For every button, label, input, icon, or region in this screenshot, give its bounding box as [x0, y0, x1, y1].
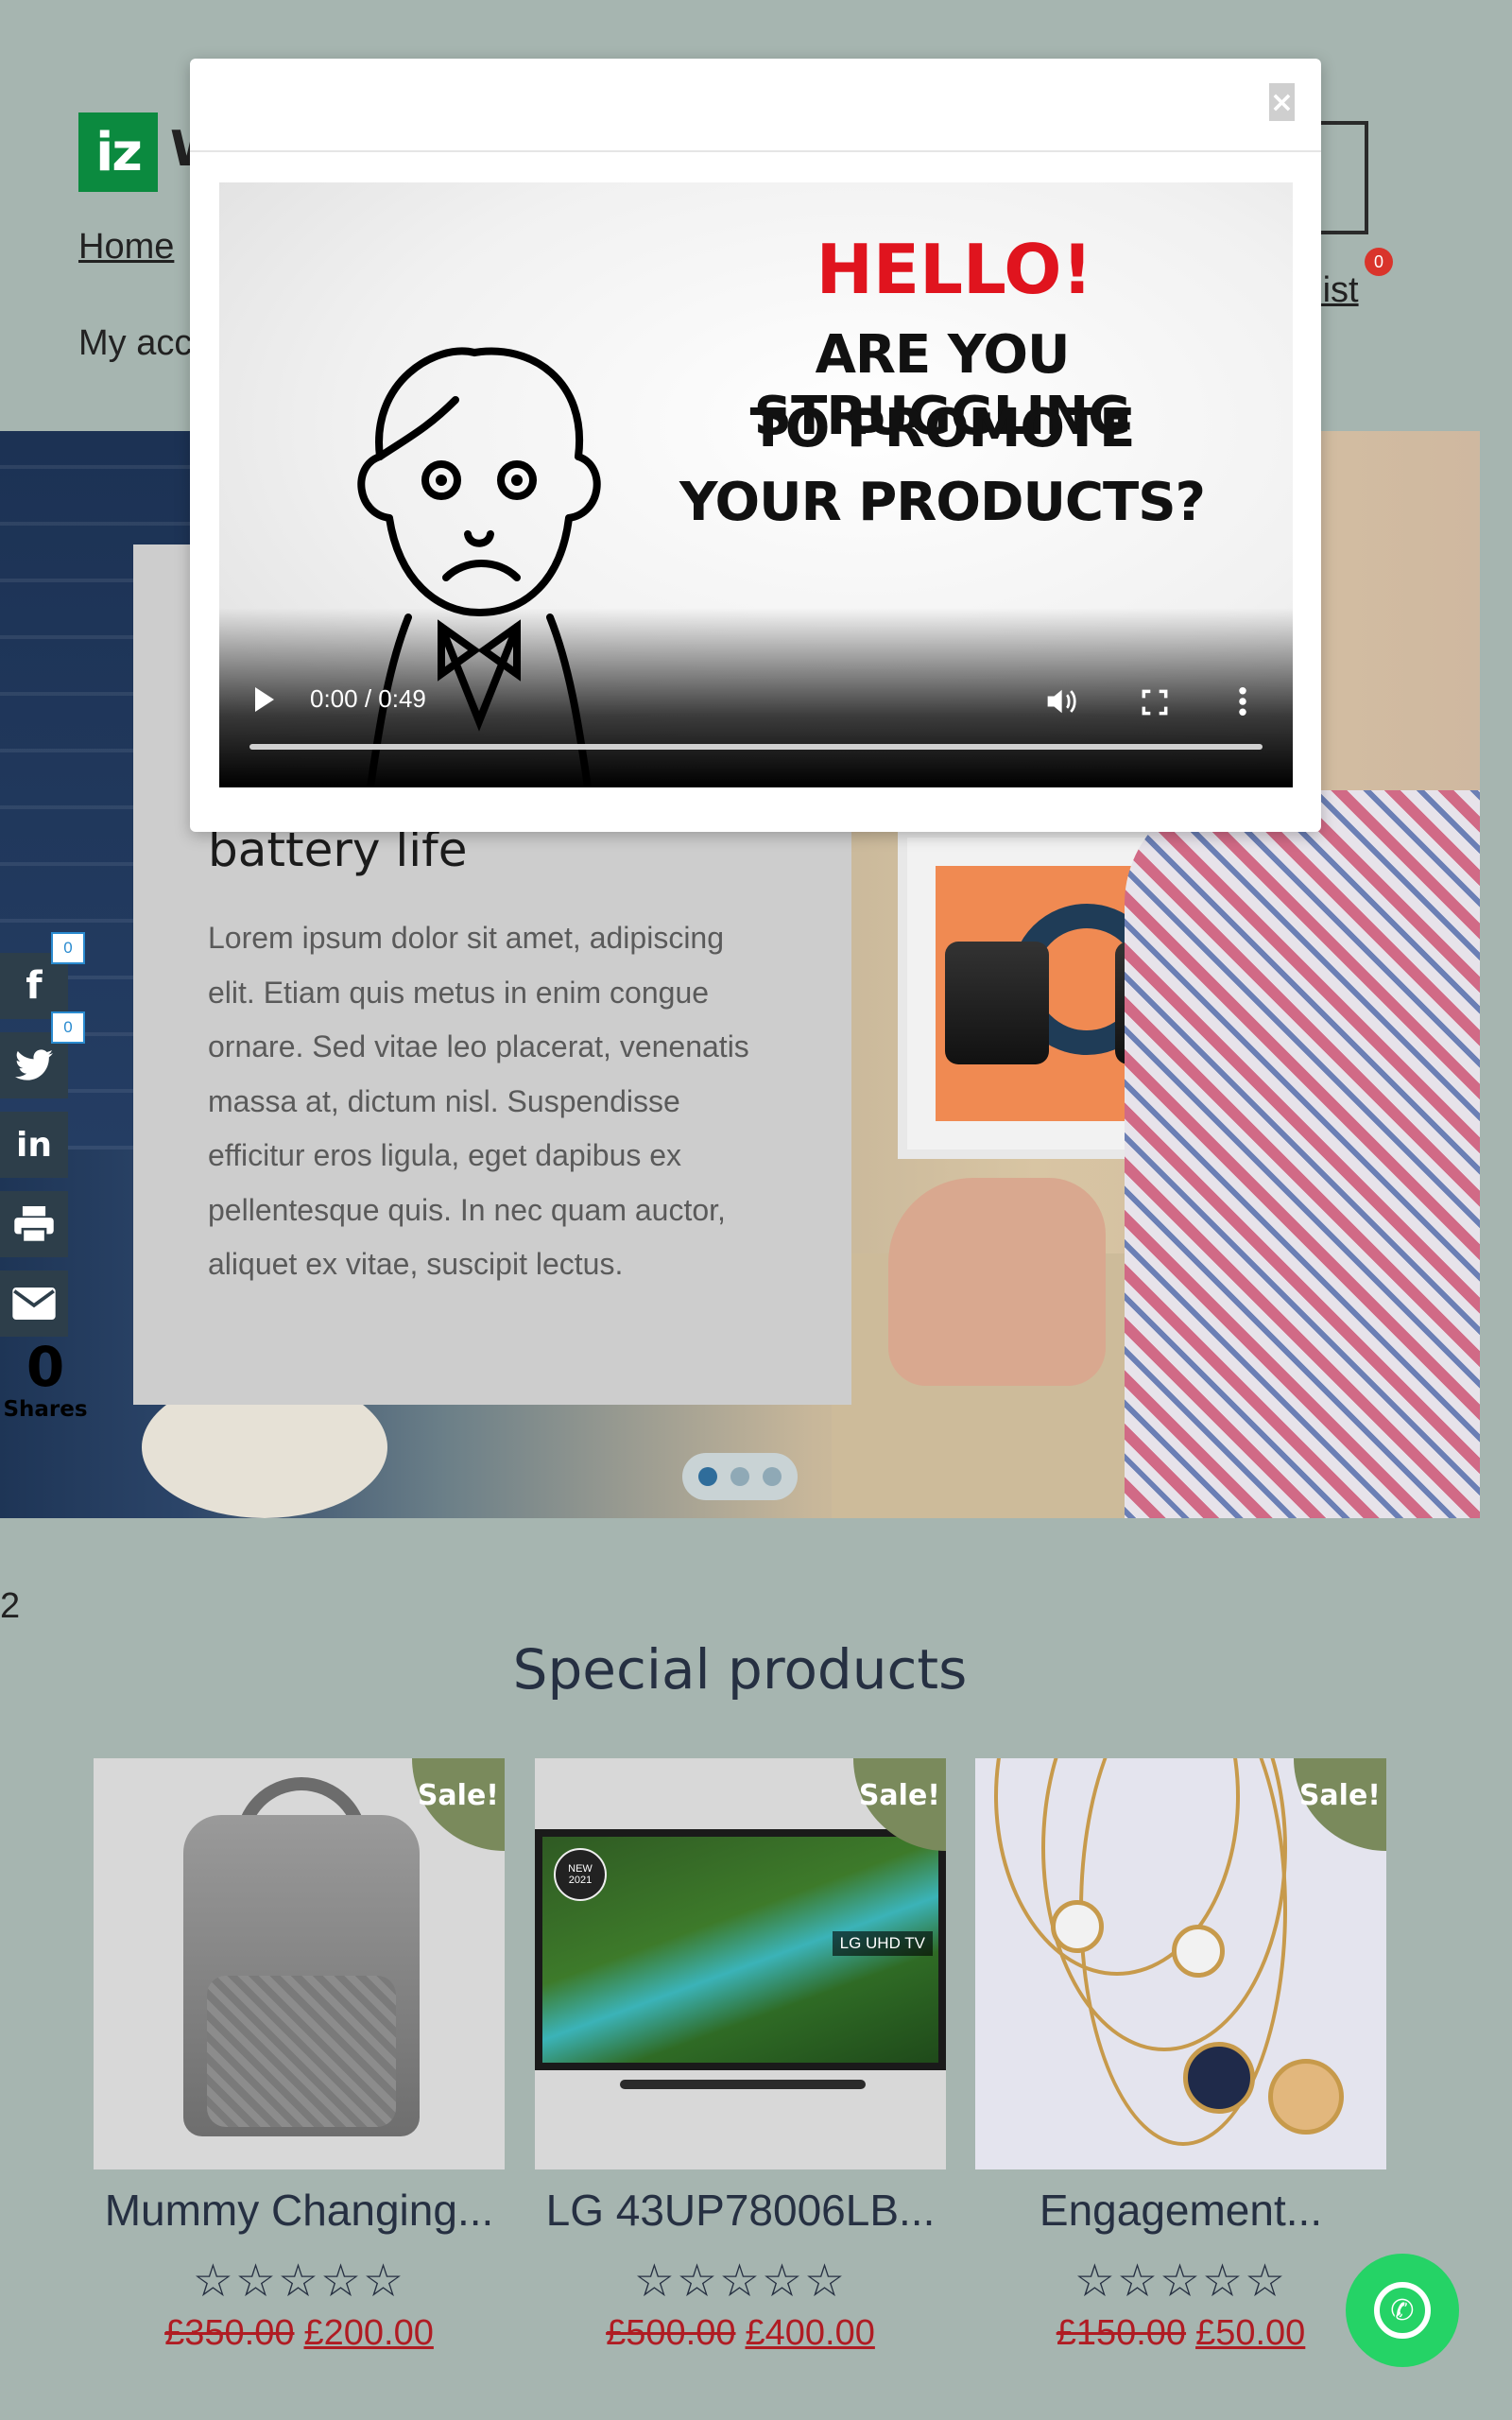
star-rating: ☆☆☆☆☆ — [1074, 2256, 1288, 2307]
slider-dot-1[interactable] — [698, 1467, 717, 1486]
whatsapp-chat-button[interactable]: ✆ — [1346, 2254, 1459, 2367]
total-shares-label: Shares — [3, 1397, 88, 1422]
video-time: 0:00 / 0:49 — [310, 684, 426, 713]
product-card[interactable]: NEW 2021 LG UHD TV Sale! LG 43UP78006LB.… — [535, 1758, 946, 2354]
linkedin-icon: in — [16, 1125, 52, 1165]
product-card[interactable]: Sale! Mummy Changing... ☆☆☆☆☆ £350.00 £20… — [94, 1758, 505, 2354]
tv-illustration: NEW 2021 LG UHD TV — [535, 1829, 946, 2070]
old-price: £350.00 — [164, 2313, 295, 2353]
whatsapp-icon: ✆ — [1374, 2282, 1431, 2339]
video-hello-text: HELLO! — [816, 230, 1093, 309]
close-button[interactable]: × — [1269, 83, 1295, 121]
product-price: £500.00 £400.00 — [535, 2313, 946, 2354]
facebook-share-count: 0 — [51, 932, 85, 964]
slider-pagination — [682, 1453, 798, 1500]
sale-price[interactable]: £200.00 — [304, 2313, 434, 2353]
logo-text: iz — [95, 121, 143, 183]
star-rating: ☆☆☆☆☆ — [192, 2256, 406, 2307]
sale-price[interactable]: £400.00 — [746, 2313, 875, 2353]
old-price: £150.00 — [1056, 2313, 1187, 2353]
twitter-icon — [15, 1049, 53, 1080]
stray-text: 2 — [0, 1586, 21, 1626]
video-text-line: TO PROMOTE — [749, 398, 1136, 459]
email-icon — [12, 1288, 56, 1320]
twitter-share-count: 0 — [51, 1011, 85, 1044]
product-name[interactable]: Mummy Changing... — [94, 2185, 505, 2236]
product-image[interactable]: Sale! — [975, 1758, 1386, 2169]
camera-lens-1 — [945, 942, 1049, 1064]
video-player[interactable]: HELLO! ARE YOU STRUGGLING TO PROMOTE YOU… — [219, 182, 1293, 787]
share-linkedin-button[interactable]: in — [0, 1112, 68, 1178]
wishlist-count-badge: 0 — [1365, 248, 1393, 276]
share-email-button[interactable] — [0, 1270, 68, 1337]
nav-account-link[interactable]: My acc — [78, 323, 192, 364]
tv-stand — [620, 2080, 866, 2089]
total-shares-number: 0 — [26, 1335, 65, 1399]
sale-badge: Sale! — [412, 1758, 505, 1851]
close-icon: × — [1269, 85, 1295, 119]
charm — [1268, 2059, 1344, 2135]
product-price: £150.00 £50.00 — [975, 2313, 1386, 2354]
product-price: £350.00 £200.00 — [94, 2313, 505, 2354]
charm — [1183, 2042, 1255, 2114]
charm — [1172, 1925, 1225, 1978]
site-logo[interactable]: iz — [78, 112, 158, 192]
print-icon — [14, 1206, 54, 1242]
modal-header: × — [190, 59, 1321, 152]
more-options-icon[interactable] — [1238, 687, 1247, 716]
play-icon[interactable] — [255, 687, 274, 712]
video-progress-track[interactable] — [249, 744, 1263, 750]
product-image[interactable]: NEW 2021 LG UHD TV Sale! — [535, 1758, 946, 2169]
volume-icon[interactable] — [1047, 687, 1079, 716]
tv-tag: LG UHD TV — [832, 1931, 933, 1956]
old-price: £500.00 — [606, 2313, 736, 2353]
star-rating: ☆☆☆☆☆ — [633, 2256, 848, 2307]
hero-hand — [888, 1178, 1106, 1386]
section-title: Special products — [512, 1637, 968, 1702]
sale-price[interactable]: £50.00 — [1195, 2313, 1305, 2353]
video-controls: 0:00 / 0:49 — [219, 608, 1293, 787]
slider-dot-2[interactable] — [730, 1467, 749, 1486]
nav-home-link[interactable]: Home — [78, 227, 174, 268]
tv-new-badge: NEW 2021 — [554, 1848, 607, 1901]
product-image[interactable]: Sale! — [94, 1758, 505, 2169]
facebook-icon: f — [26, 964, 43, 1008]
hero-body-text: Lorem ipsum dolor sit amet, adipiscing e… — [208, 921, 749, 1281]
hero-person-shirt — [1125, 790, 1480, 1518]
product-name[interactable]: LG 43UP78006LB... — [535, 2185, 946, 2236]
fullscreen-icon[interactable] — [1142, 689, 1168, 716]
video-text-line: YOUR PRODUCTS? — [679, 472, 1206, 533]
product-name[interactable]: Engagement... — [975, 2185, 1386, 2236]
charm — [1051, 1900, 1104, 1953]
video-popup-modal: × HELLO! ARE YOU STRUGGLING TO PROMOTE Y… — [190, 59, 1321, 832]
print-button[interactable] — [0, 1191, 68, 1257]
product-card[interactable]: Sale! Engagement... ☆☆☆☆☆ £150.00 £50.00 — [975, 1758, 1386, 2354]
bag-pocket — [207, 1976, 396, 2127]
slider-dot-3[interactable] — [763, 1467, 782, 1486]
